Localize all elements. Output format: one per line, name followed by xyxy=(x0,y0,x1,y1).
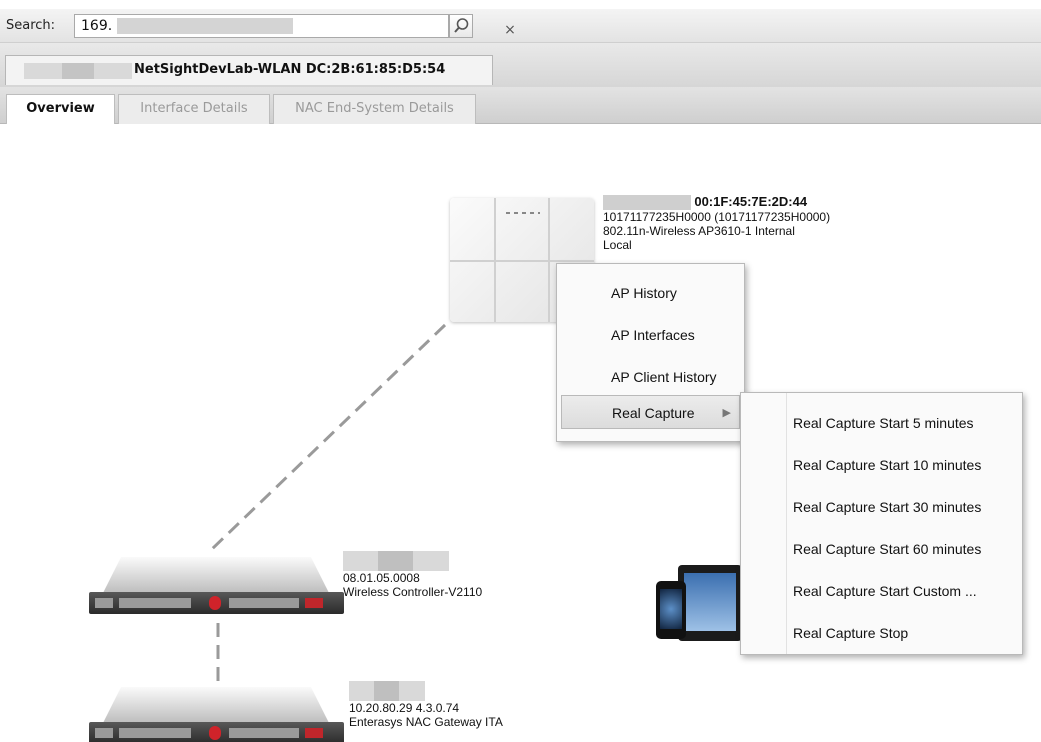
redacted-text xyxy=(603,195,691,211)
submenu-item-start-custom[interactable]: Real Capture Start Custom ... xyxy=(793,575,1019,607)
search-toolbar: Search: 169. × xyxy=(0,9,1041,43)
search-input-value: 169. xyxy=(81,18,113,34)
view-tabs: Overview Interface Details NAC End-Syste… xyxy=(0,87,1041,124)
device-tab[interactable]: NetSightDevLab-WLAN DC:2B:61:85:D5:54 xyxy=(5,55,493,85)
mobile-devices-icon[interactable] xyxy=(656,565,742,643)
real-capture-submenu: Real Capture Start 5 minutes Real Captur… xyxy=(740,392,1023,655)
controller-server-icon[interactable] xyxy=(89,557,344,617)
link-ap-controller xyxy=(210,323,447,551)
ap-seam xyxy=(450,260,594,262)
ap-info: 00:1F:45:7E:2D:44 10171177235H0000 (1017… xyxy=(603,195,830,252)
redacted-text xyxy=(349,681,425,701)
menu-item-ap-client-history[interactable]: AP Client History xyxy=(557,360,744,394)
gateway-info: 10.20.80.29 4.3.0.74 Enterasys NAC Gatew… xyxy=(349,681,503,729)
controller-info: 08.01.05.0008 Wireless Controller-V2110 xyxy=(343,551,482,599)
tablet-shape xyxy=(678,565,742,641)
device-tab-title: NetSightDevLab-WLAN DC:2B:61:85:D5:54 xyxy=(134,62,446,77)
gateway-server-icon[interactable] xyxy=(89,687,344,742)
clear-icon[interactable]: × xyxy=(499,19,521,41)
redacted-text xyxy=(24,63,132,79)
gateway-address: 10.20.80.29 4.3.0.74 xyxy=(349,701,460,715)
ap-model: 802.11n-Wireless AP3610-1 Internal xyxy=(603,224,795,239)
menu-item-ap-history[interactable]: AP History xyxy=(557,276,744,310)
submenu-item-start-30-minutes[interactable]: Real Capture Start 30 minutes xyxy=(793,491,1019,523)
ap-led xyxy=(506,212,540,214)
redacted-text xyxy=(343,551,449,571)
submenu-item-stop[interactable]: Real Capture Stop xyxy=(793,617,1019,649)
search-input[interactable]: 169. × xyxy=(74,14,516,38)
submenu-item-start-5-minutes[interactable]: Real Capture Start 5 minutes xyxy=(793,407,1019,439)
redacted-text xyxy=(117,18,293,34)
submenu-arrow-icon: ▶ xyxy=(722,407,731,419)
menu-item-real-capture[interactable]: Real Capture ▶ xyxy=(561,395,740,429)
submenu-item-start-60-minutes[interactable]: Real Capture Start 60 minutes xyxy=(793,533,1019,565)
controller-model: Wireless Controller-V2110 xyxy=(343,585,483,599)
tab-overview[interactable]: Overview xyxy=(6,94,115,124)
ap-mac: 00:1F:45:7E:2D:44 xyxy=(694,194,808,209)
phone-shape xyxy=(656,581,686,639)
gateway-model: Enterasys NAC Gateway ITA xyxy=(349,715,503,729)
context-menu: AP History AP Interfaces AP Client Histo… xyxy=(556,263,745,442)
menu-gutter xyxy=(741,393,787,654)
controller-version: 08.01.05.0008 xyxy=(343,571,420,585)
tab-nac-end-system-details[interactable]: NAC End-System Details xyxy=(273,94,476,124)
search-label: Search: xyxy=(6,18,56,33)
menu-item-label: Real Capture xyxy=(612,405,695,421)
ap-mode: Local xyxy=(603,238,632,253)
ap-serial: 10171177235H0000 (10171177235H0000) xyxy=(603,210,831,225)
submenu-item-start-10-minutes[interactable]: Real Capture Start 10 minutes xyxy=(793,449,1019,481)
menu-item-ap-interfaces[interactable]: AP Interfaces xyxy=(557,318,744,352)
device-tab-bar: NetSightDevLab-WLAN DC:2B:61:85:D5:54 xyxy=(0,43,1041,87)
tab-interface-details[interactable]: Interface Details xyxy=(118,94,270,124)
search-icon[interactable] xyxy=(449,14,473,38)
